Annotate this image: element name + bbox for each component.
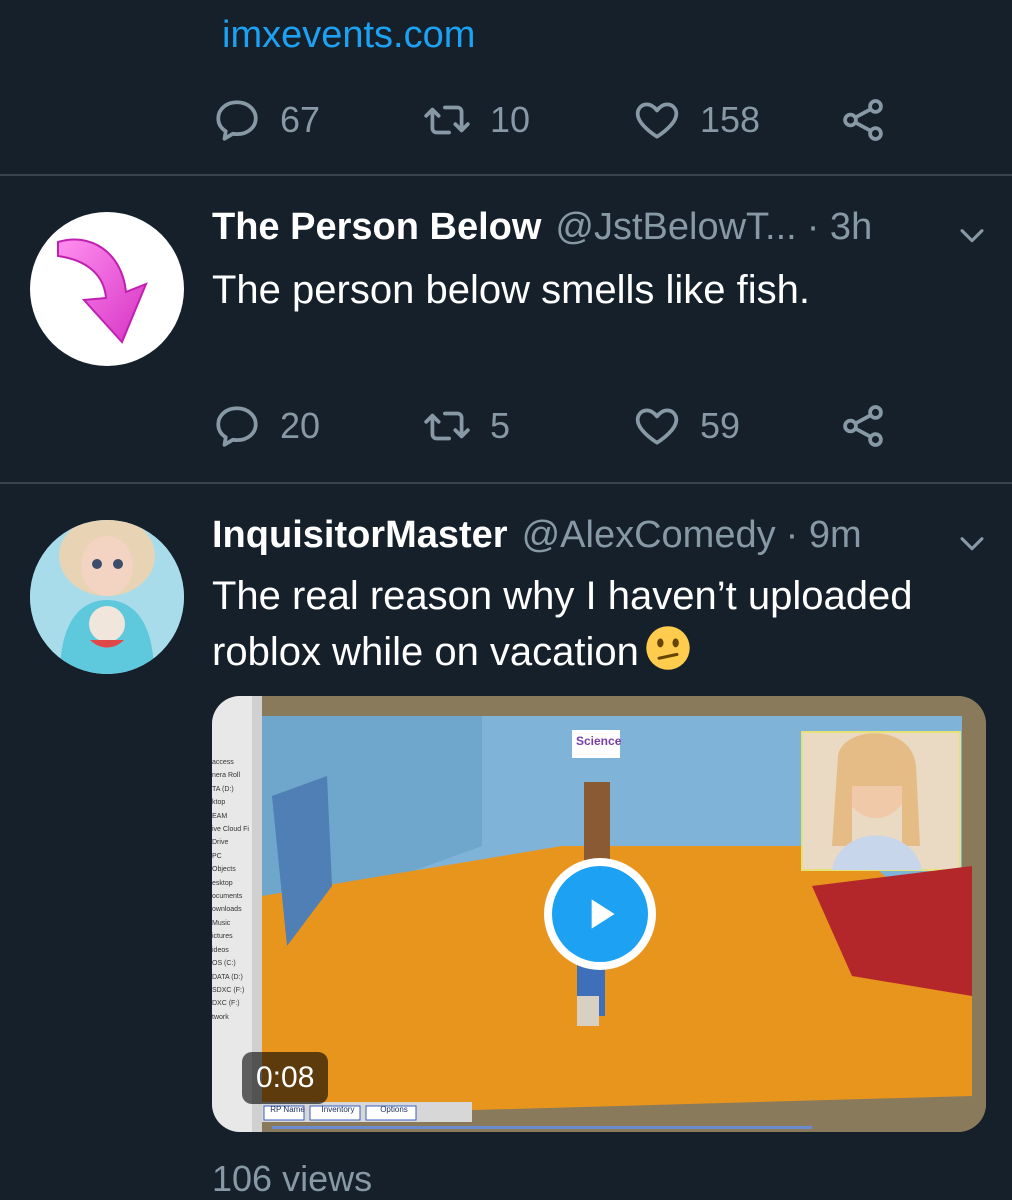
play-button[interactable] bbox=[544, 858, 656, 970]
like-count: 59 bbox=[700, 405, 741, 446]
game-tab: Options bbox=[380, 1105, 408, 1114]
chevron-down-icon[interactable] bbox=[955, 526, 989, 560]
tweet-header: InquisitorMaster @AlexComedy · 9m bbox=[212, 514, 862, 557]
explorer-item: access bbox=[212, 759, 234, 766]
prev-tweet-actions: 67 10 158 bbox=[212, 90, 902, 150]
explorer-item: ive Cloud Fi bbox=[212, 826, 249, 834]
retweet-button[interactable]: 5 bbox=[422, 401, 510, 451]
like-button[interactable]: 59 bbox=[632, 401, 740, 451]
tweet-text: The person below smells like fish. bbox=[212, 268, 811, 312]
game-tabs: RP Name Inventory Options bbox=[265, 1105, 422, 1114]
reply-icon bbox=[216, 406, 258, 447]
explorer-item: EAM bbox=[212, 812, 228, 820]
video-duration: 0:08 bbox=[242, 1052, 329, 1104]
like-icon bbox=[635, 102, 679, 139]
tweet-text-line-content: roblox while on vacation bbox=[212, 630, 639, 674]
explorer-item: OS (C:) bbox=[212, 960, 236, 968]
retweet-count: 5 bbox=[490, 405, 511, 446]
reply-icon bbox=[216, 100, 258, 141]
down-arrow-avatar-image bbox=[57, 238, 148, 344]
explorer-item: Drive bbox=[212, 839, 229, 847]
share-icon bbox=[843, 405, 883, 447]
like-count: 158 bbox=[700, 99, 761, 140]
explorer-item: ictures bbox=[212, 933, 233, 941]
explorer-item: twork bbox=[212, 1013, 229, 1021]
reply-button[interactable]: 20 bbox=[212, 401, 320, 451]
explorer-item: ktop bbox=[212, 799, 226, 807]
reply-count: 67 bbox=[280, 99, 321, 140]
science-sign: Science bbox=[576, 734, 622, 748]
game-tab: RP Name bbox=[270, 1105, 305, 1114]
retweet-button[interactable]: 10 bbox=[422, 95, 530, 145]
confused-face-icon bbox=[646, 626, 690, 670]
play-button-inner bbox=[552, 866, 648, 962]
tweet-divider bbox=[0, 482, 1012, 484]
explorer-item: ideos bbox=[212, 946, 229, 954]
explorer-item: esktop bbox=[212, 879, 233, 887]
explorer-item: nera Roll bbox=[212, 772, 241, 780]
share-button[interactable] bbox=[838, 401, 888, 451]
user-handle[interactable]: @JstBelowT... bbox=[555, 206, 796, 249]
user-photo-avatar-image bbox=[30, 520, 184, 674]
like-icon bbox=[635, 408, 679, 445]
like-button[interactable]: 158 bbox=[632, 95, 760, 145]
video-player[interactable]: Science access nera Roll TA (D:) ktop EAM ive… bbox=[212, 696, 986, 1132]
explorer-item: TA (D:) bbox=[212, 785, 234, 793]
play-icon bbox=[591, 899, 615, 929]
tweet-header: The Person Below @JstBelowT... · 3h bbox=[212, 206, 872, 249]
tweet-timestamp[interactable]: · 3h bbox=[807, 206, 872, 249]
tweet-timestamp[interactable]: · 9m bbox=[786, 514, 862, 557]
tweet-text-line: roblox while on vacation bbox=[212, 624, 972, 680]
retweet-icon bbox=[424, 105, 470, 135]
explorer-item: DATA (D:) bbox=[212, 973, 243, 981]
tweet-actions: 20 5 59 bbox=[212, 396, 902, 456]
share-icon bbox=[843, 99, 883, 141]
display-name[interactable]: The Person Below bbox=[212, 206, 541, 249]
tweet-divider bbox=[0, 174, 1012, 176]
explorer-sidebar: access nera Roll TA (D:) ktop EAM ive Cloud F… bbox=[212, 756, 254, 1086]
display-name[interactable]: InquisitorMaster bbox=[212, 514, 508, 557]
tweet-text: The real reason why I haven’t uploaded r… bbox=[212, 568, 972, 680]
reply-button[interactable]: 67 bbox=[212, 95, 320, 145]
explorer-item: ownloads bbox=[212, 906, 242, 914]
explorer-item: ocuments bbox=[212, 893, 243, 901]
retweet-count: 10 bbox=[490, 99, 531, 140]
chevron-down-icon[interactable] bbox=[955, 218, 989, 252]
tweet-link[interactable]: imxevents.com bbox=[222, 14, 475, 57]
explorer-item: DXC (F:) bbox=[212, 1000, 240, 1008]
game-tab: Inventory bbox=[321, 1105, 355, 1114]
explorer-item: Objects bbox=[212, 866, 236, 874]
explorer-item: PC bbox=[212, 852, 222, 860]
share-button[interactable] bbox=[838, 95, 888, 145]
tweet-text-line: The real reason why I haven’t uploaded bbox=[212, 574, 913, 618]
view-count: 106 views bbox=[212, 1158, 373, 1199]
explorer-item: Music bbox=[212, 919, 231, 927]
avatar[interactable] bbox=[30, 212, 184, 366]
avatar[interactable] bbox=[30, 520, 184, 674]
explorer-item: SDXC (F:) bbox=[212, 986, 245, 994]
user-handle[interactable]: @AlexComedy bbox=[522, 514, 776, 557]
reply-count: 20 bbox=[280, 405, 321, 446]
retweet-icon bbox=[424, 411, 470, 441]
